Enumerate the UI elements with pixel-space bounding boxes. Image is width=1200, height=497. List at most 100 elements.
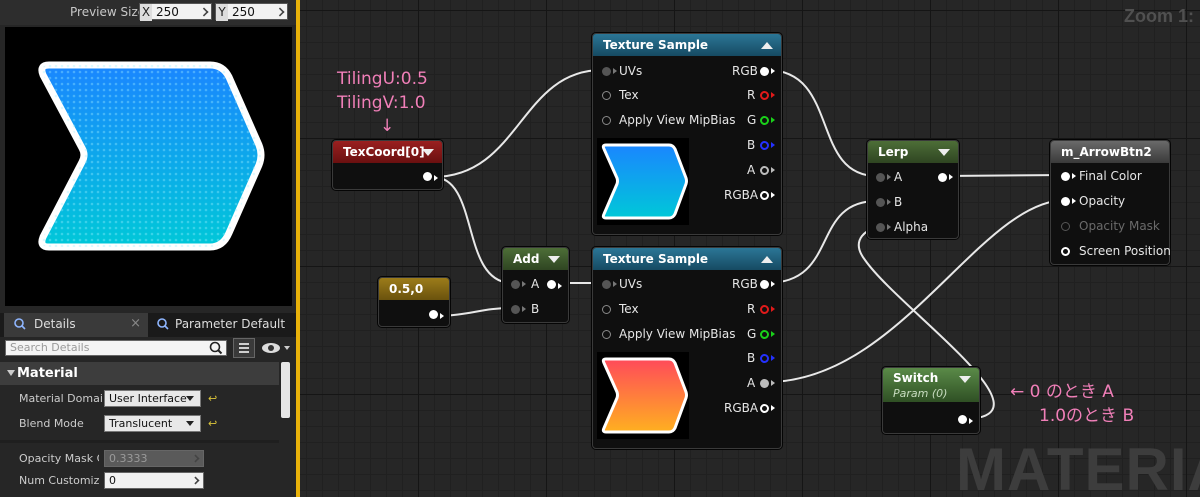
tex1-tex-pin[interactable] <box>602 91 611 100</box>
collapse-icon[interactable] <box>548 256 560 263</box>
output-arrow-icon <box>771 117 775 123</box>
x-axis-label: X <box>140 4 152 21</box>
tex1-g-pin[interactable] <box>760 116 769 125</box>
input-arrow-icon <box>887 199 891 205</box>
opacity-mask-pin[interactable] <box>1061 222 1070 231</box>
tex2-tex-pin[interactable] <box>602 305 611 314</box>
texcoord-node[interactable]: TexCoord[0] <box>332 140 443 190</box>
material-domain-dropdown[interactable]: User Interface <box>104 390 201 407</box>
search-details-input[interactable]: Search Details <box>5 340 227 356</box>
tex2-a-pin[interactable] <box>760 379 769 388</box>
tab-details-label: Details <box>34 317 76 331</box>
constant-node-header[interactable]: 0.5,0 <box>379 278 449 300</box>
details-scrollbar[interactable] <box>281 362 290 418</box>
tex2-b-label: B <box>747 351 756 365</box>
tex1-uvs-row[interactable]: UVs RGB <box>599 62 779 80</box>
switch-parameter-node[interactable]: Switch Param (0) <box>882 367 980 434</box>
eye-icon[interactable] <box>260 340 292 356</box>
add-b-pin[interactable] <box>511 305 520 314</box>
tex2-r-pin[interactable] <box>760 305 769 314</box>
tex2-rgba-pin[interactable] <box>760 404 769 413</box>
tex2-mipbias-pin[interactable] <box>602 330 611 339</box>
texture-sample-2-header[interactable]: Texture Sample <box>593 248 781 270</box>
tex1-b-pin[interactable] <box>760 141 769 150</box>
tex2-uvs-row[interactable]: UVs RGB <box>599 275 779 293</box>
collapse-icon[interactable] <box>761 42 773 49</box>
collapse-icon[interactable] <box>761 256 773 263</box>
blend-mode-dropdown[interactable]: Translucent <box>104 415 201 432</box>
texture-sample-1-header[interactable]: Texture Sample <box>593 34 781 56</box>
opacity-pin[interactable] <box>1061 197 1070 206</box>
switch-node-subtitle: Param (0) <box>893 387 948 400</box>
chevron-down-icon <box>7 370 15 376</box>
constant-output-pin[interactable] <box>429 310 438 319</box>
lerp-b-pin[interactable] <box>876 198 885 207</box>
tex1-mipbias-row[interactable]: Apply View MipBias G <box>599 111 779 129</box>
tex2-rgb-pin[interactable] <box>760 280 769 289</box>
tab-parameter-default[interactable]: Parameter Default <box>150 313 290 337</box>
add-b-label: B <box>531 302 540 316</box>
lerp-a-row[interactable]: A <box>874 168 958 186</box>
switch-output-pin[interactable] <box>958 415 967 424</box>
switch-node-header[interactable]: Switch Param (0) <box>883 368 979 402</box>
lerp-a-pin[interactable] <box>876 173 885 182</box>
add-a-label: A <box>531 277 540 291</box>
output-arrow-icon <box>771 92 775 98</box>
preview-x-field[interactable]: X 250 <box>139 3 212 21</box>
texcoord-output-pin[interactable] <box>423 172 432 181</box>
input-arrow-icon <box>887 174 891 180</box>
tex2-tex-row[interactable]: Tex R <box>599 300 779 318</box>
screen-position-pin[interactable] <box>1061 247 1070 256</box>
tex2-mipbias-row[interactable]: Apply View MipBias G <box>599 325 779 343</box>
add-node[interactable]: Add A B <box>502 247 569 323</box>
collapse-icon[interactable] <box>959 376 971 383</box>
preview-y-field[interactable]: Y 250 <box>215 3 288 21</box>
lerp-alpha-pin[interactable] <box>876 223 885 232</box>
tex2-uvs-pin[interactable] <box>602 280 611 289</box>
texture-sample-node-1[interactable]: Texture Sample UVs RGB Tex R Apply View … <box>592 33 782 235</box>
add-output-pin[interactable] <box>547 280 556 289</box>
constant2vector-node[interactable]: 0.5,0 <box>378 277 450 327</box>
texture-sample-node-2[interactable]: Texture Sample UVs RGB Tex R Apply View … <box>592 247 782 449</box>
material-preview[interactable] <box>5 27 292 306</box>
tex1-b-label: B <box>747 138 756 152</box>
collapse-icon[interactable] <box>938 149 950 156</box>
num-customized-value: 0 <box>109 474 116 487</box>
output-arrow-icon <box>771 68 775 74</box>
lerp-a-label: A <box>894 170 903 184</box>
tex1-r-pin[interactable] <box>760 91 769 100</box>
tex2-g-pin[interactable] <box>760 330 769 339</box>
tab-details[interactable]: Details × <box>4 313 148 337</box>
tex1-uvs-pin[interactable] <box>602 67 611 76</box>
material-result-node[interactable]: m_ArrowBtn2 Final Color Opacity Opacity … <box>1050 140 1171 265</box>
tex1-a-pin[interactable] <box>760 166 769 175</box>
output-arrow-icon <box>771 306 775 312</box>
add-node-header[interactable]: Add <box>503 248 568 270</box>
preview-y-value: 250 <box>232 5 255 19</box>
tex1-mipbias-pin[interactable] <box>602 116 611 125</box>
lerp-output-pin[interactable] <box>938 173 947 182</box>
texcoord-node-header[interactable]: TexCoord[0] <box>333 141 442 163</box>
tex1-rgb-pin[interactable] <box>760 67 769 76</box>
lerp-alpha-label: Alpha <box>894 220 929 234</box>
tiling-v-annotation: TilingV:1.0 <box>337 93 426 113</box>
search-icon[interactable] <box>206 340 226 356</box>
num-customized-field[interactable]: 0 <box>104 472 204 489</box>
reset-icon[interactable]: ↩ <box>208 387 217 411</box>
tex2-b-pin[interactable] <box>760 354 769 363</box>
final-color-pin[interactable] <box>1061 172 1070 181</box>
close-icon[interactable]: × <box>130 313 141 335</box>
collapse-icon[interactable] <box>422 149 434 156</box>
tex1-tex-row[interactable]: Tex R <box>599 86 779 104</box>
opacity-mask-clip-field[interactable]: 0.3333 <box>104 450 204 467</box>
reset-icon[interactable]: ↩ <box>208 412 217 436</box>
property-matrix-button[interactable] <box>233 338 255 358</box>
lerp-node[interactable]: Lerp A B Alpha <box>867 140 959 239</box>
tex1-rgba-pin[interactable] <box>760 191 769 200</box>
output-arrow-icon <box>771 405 775 411</box>
material-category-header[interactable]: Material <box>0 362 279 385</box>
result-node-header[interactable]: m_ArrowBtn2 <box>1051 141 1169 163</box>
add-a-pin[interactable] <box>511 280 520 289</box>
lerp-node-header[interactable]: Lerp <box>868 141 958 163</box>
tex1-g-label: G <box>747 113 757 127</box>
